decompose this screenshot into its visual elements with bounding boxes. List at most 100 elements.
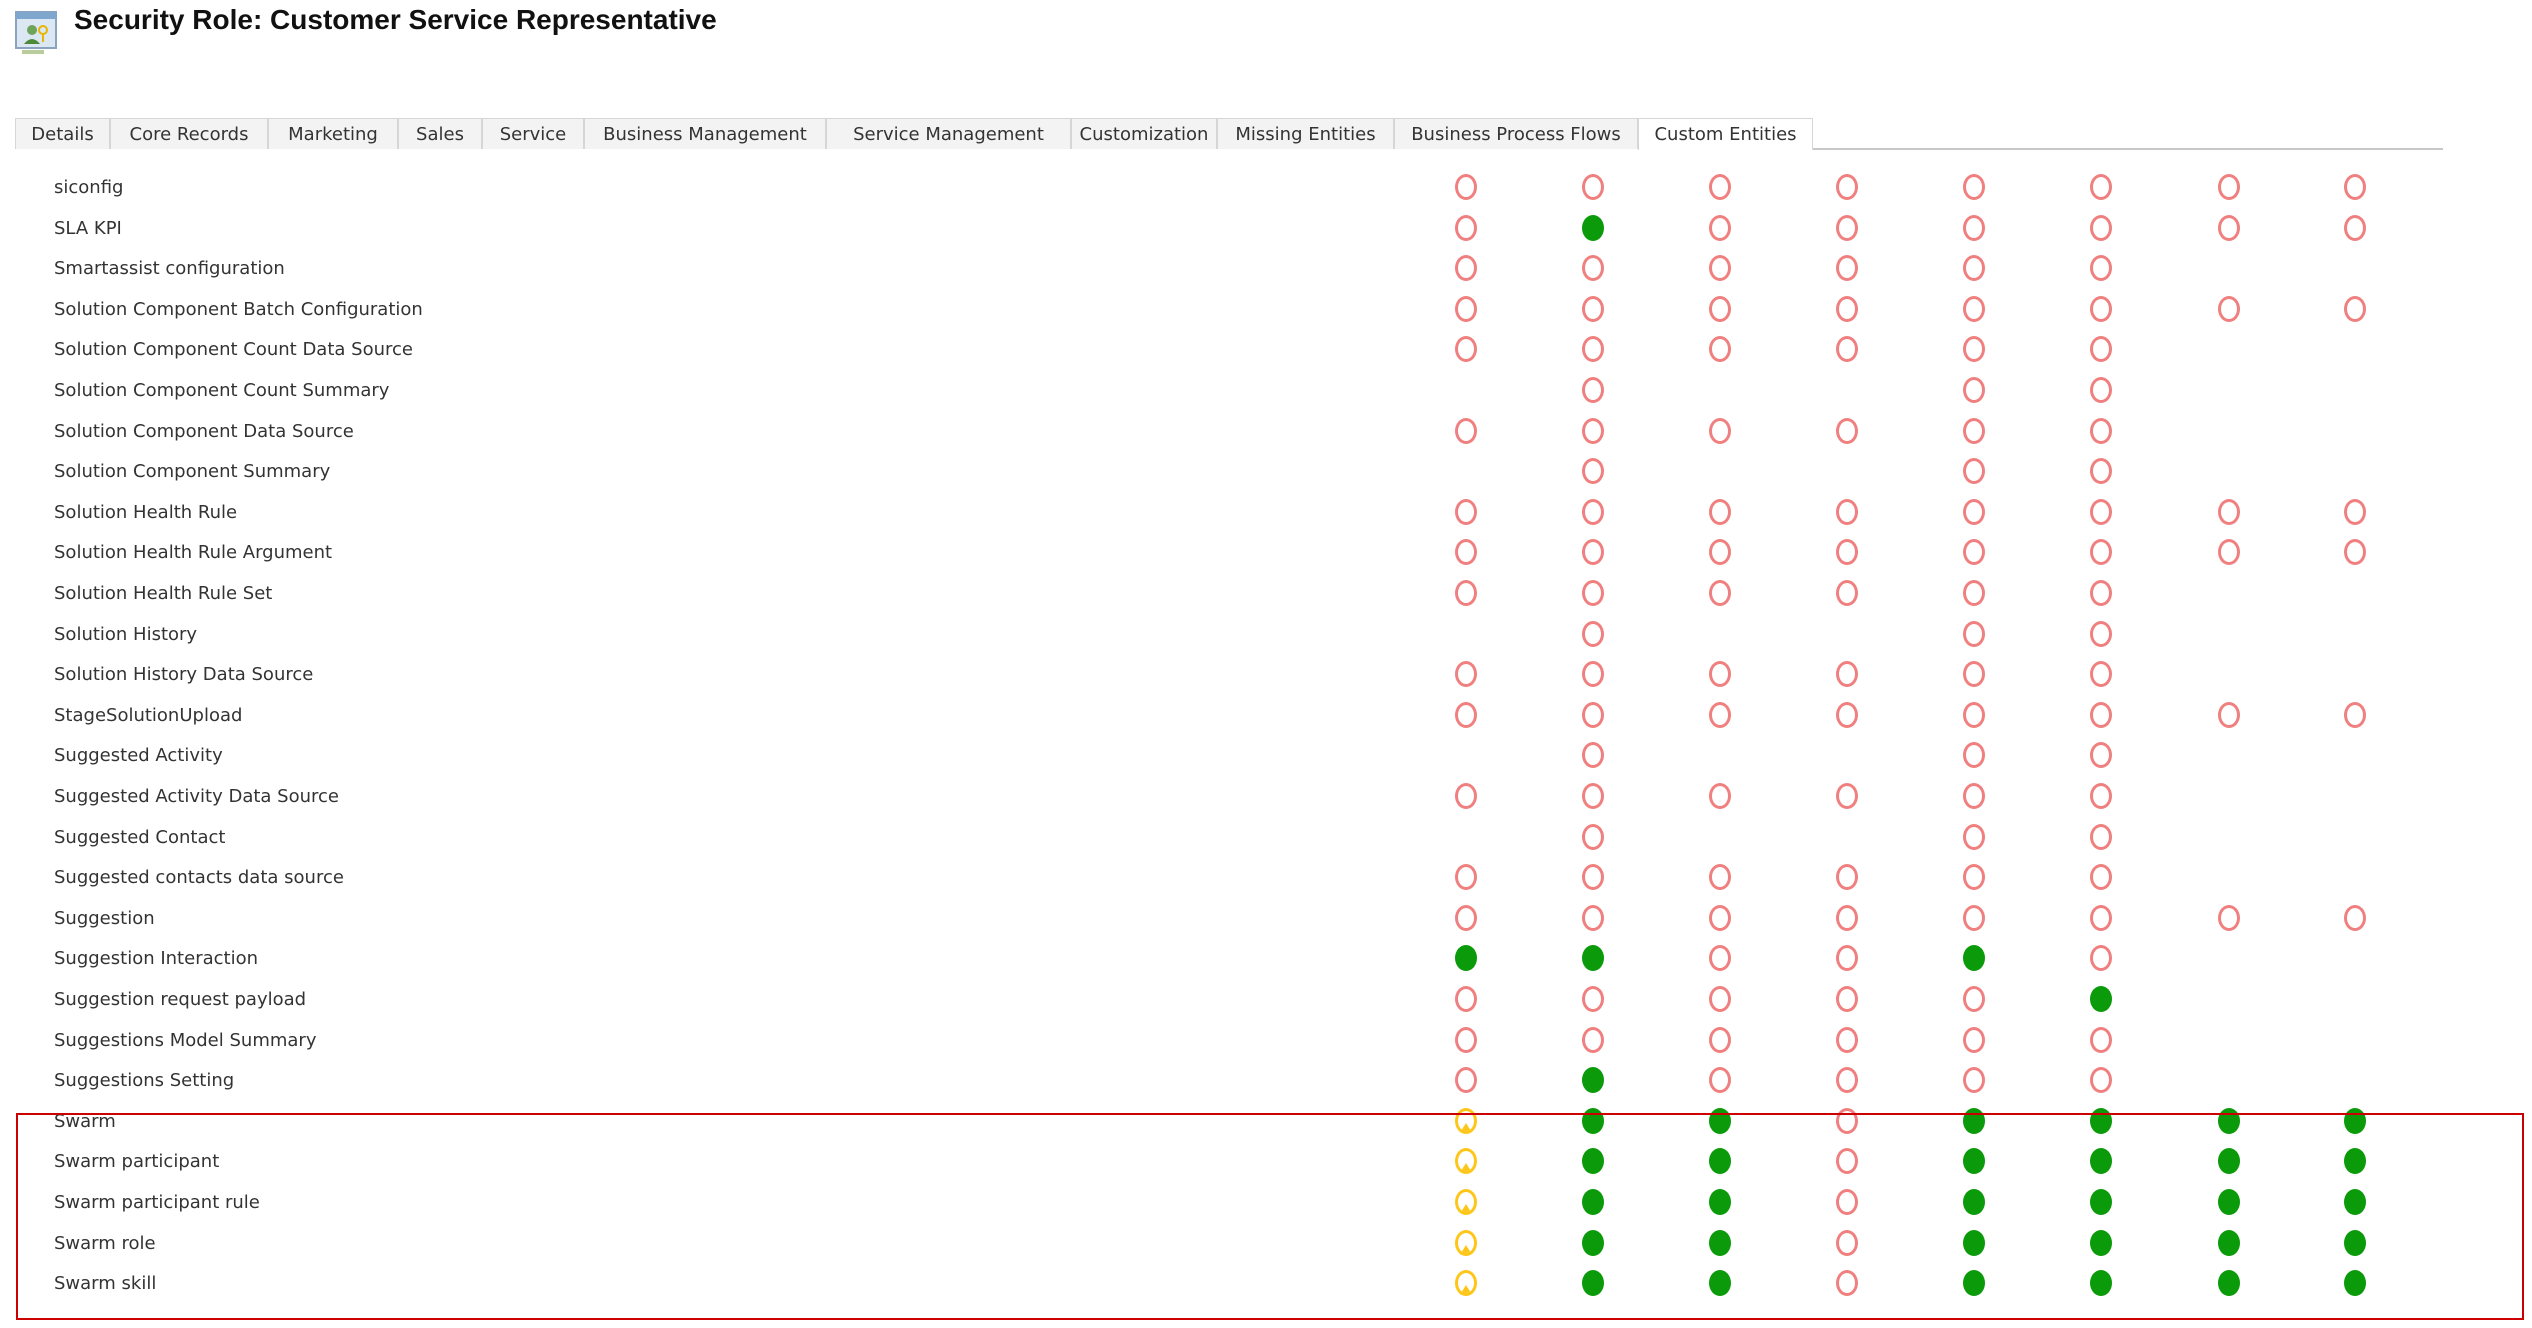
privilege-empty-icon[interactable]	[1836, 864, 1858, 891]
tab-missing-entities[interactable]: Missing Entities	[1217, 118, 1394, 149]
privilege-empty-icon[interactable]	[1709, 1067, 1731, 1094]
privilege-empty-icon[interactable]	[1582, 174, 1604, 200]
privilege-empty-icon[interactable]	[1963, 580, 1985, 606]
privilege-empty-icon[interactable]	[1709, 580, 1731, 606]
privilege-full-icon[interactable]	[2344, 1148, 2366, 1175]
privilege-empty-icon[interactable]	[1582, 255, 1604, 282]
privilege-empty-icon[interactable]	[2090, 417, 2112, 444]
privilege-empty-icon[interactable]	[2090, 945, 2112, 972]
privilege-user-icon[interactable]	[1455, 1229, 1477, 1256]
privilege-empty-icon[interactable]	[1455, 864, 1477, 891]
privilege-user-icon[interactable]	[1455, 1148, 1477, 1175]
privilege-full-icon[interactable]	[1709, 1189, 1731, 1215]
privilege-empty-icon[interactable]	[1455, 174, 1477, 200]
privilege-empty-icon[interactable]	[1836, 1189, 1858, 1215]
privilege-full-icon[interactable]	[2090, 1107, 2112, 1134]
tab-marketing[interactable]: Marketing	[268, 118, 398, 149]
privilege-full-icon[interactable]	[1709, 1270, 1731, 1297]
privilege-empty-icon[interactable]	[1455, 295, 1477, 322]
privilege-full-icon[interactable]	[1709, 1229, 1731, 1256]
privilege-empty-icon[interactable]	[1963, 701, 1985, 728]
privilege-empty-icon[interactable]	[1963, 539, 1985, 566]
privilege-empty-icon[interactable]	[1709, 336, 1731, 363]
privilege-empty-icon[interactable]	[1963, 458, 1985, 485]
privilege-empty-icon[interactable]	[1582, 377, 1604, 403]
privilege-full-icon[interactable]	[1582, 214, 1604, 241]
privilege-empty-icon[interactable]	[1836, 661, 1858, 688]
privilege-full-icon[interactable]	[1582, 1067, 1604, 1094]
privilege-empty-icon[interactable]	[1836, 1026, 1858, 1053]
privilege-empty-icon[interactable]	[1582, 661, 1604, 688]
privilege-empty-icon[interactable]	[1963, 1067, 1985, 1094]
privilege-empty-icon[interactable]	[2218, 295, 2240, 322]
privilege-empty-icon[interactable]	[1709, 661, 1731, 688]
privilege-empty-icon[interactable]	[1709, 783, 1731, 809]
privilege-full-icon[interactable]	[2090, 1270, 2112, 1297]
privilege-empty-icon[interactable]	[1455, 986, 1477, 1012]
privilege-empty-icon[interactable]	[2090, 904, 2112, 931]
privilege-empty-icon[interactable]	[1836, 986, 1858, 1012]
privilege-empty-icon[interactable]	[1709, 904, 1731, 931]
privilege-full-icon[interactable]	[2344, 1189, 2366, 1215]
privilege-full-icon[interactable]	[2218, 1107, 2240, 1134]
privilege-empty-icon[interactable]	[1455, 255, 1477, 282]
privilege-empty-icon[interactable]	[2090, 174, 2112, 200]
privilege-empty-icon[interactable]	[2218, 214, 2240, 241]
privilege-empty-icon[interactable]	[2090, 783, 2112, 809]
privilege-empty-icon[interactable]	[1963, 904, 1985, 931]
privilege-empty-icon[interactable]	[1963, 661, 1985, 688]
privilege-user-icon[interactable]	[1455, 1270, 1477, 1297]
privilege-full-icon[interactable]	[1709, 1148, 1731, 1175]
privilege-empty-icon[interactable]	[1836, 498, 1858, 525]
privilege-full-icon[interactable]	[2090, 1189, 2112, 1215]
privilege-full-icon[interactable]	[1582, 1107, 1604, 1134]
privilege-empty-icon[interactable]	[1836, 539, 1858, 566]
tab-service[interactable]: Service	[482, 118, 584, 149]
privilege-empty-icon[interactable]	[1455, 661, 1477, 688]
privilege-empty-icon[interactable]	[1963, 783, 1985, 809]
privilege-empty-icon[interactable]	[2218, 701, 2240, 728]
privilege-empty-icon[interactable]	[1963, 295, 1985, 322]
privilege-empty-icon[interactable]	[1582, 1026, 1604, 1053]
tab-customization[interactable]: Customization	[1071, 118, 1217, 149]
tab-service-management[interactable]: Service Management	[826, 118, 1071, 149]
privilege-empty-icon[interactable]	[2090, 458, 2112, 485]
privilege-empty-icon[interactable]	[1455, 1067, 1477, 1094]
privilege-full-icon[interactable]	[2218, 1148, 2240, 1175]
privilege-full-icon[interactable]	[2344, 1270, 2366, 1297]
privilege-empty-icon[interactable]	[2090, 661, 2112, 688]
privilege-empty-icon[interactable]	[1455, 580, 1477, 606]
privilege-empty-icon[interactable]	[1963, 377, 1985, 403]
privilege-empty-icon[interactable]	[1836, 214, 1858, 241]
privilege-empty-icon[interactable]	[1709, 498, 1731, 525]
privilege-empty-icon[interactable]	[2090, 742, 2112, 769]
privilege-empty-icon[interactable]	[2090, 255, 2112, 282]
tab-sales[interactable]: Sales	[398, 118, 482, 149]
tab-details[interactable]: Details	[15, 118, 110, 149]
privilege-empty-icon[interactable]	[1963, 823, 1985, 850]
privilege-full-icon[interactable]	[1582, 1189, 1604, 1215]
privilege-full-icon[interactable]	[1963, 1148, 1985, 1175]
privilege-empty-icon[interactable]	[2218, 498, 2240, 525]
privilege-full-icon[interactable]	[1582, 1229, 1604, 1256]
privilege-empty-icon[interactable]	[1836, 945, 1858, 972]
privilege-empty-icon[interactable]	[2090, 336, 2112, 363]
privilege-full-icon[interactable]	[1963, 945, 1985, 972]
privilege-empty-icon[interactable]	[1582, 580, 1604, 606]
privilege-empty-icon[interactable]	[1582, 458, 1604, 485]
privilege-empty-icon[interactable]	[1582, 742, 1604, 769]
privilege-empty-icon[interactable]	[1582, 336, 1604, 363]
privilege-empty-icon[interactable]	[1582, 986, 1604, 1012]
privilege-empty-icon[interactable]	[1709, 864, 1731, 891]
privilege-full-icon[interactable]	[2218, 1270, 2240, 1297]
privilege-full-icon[interactable]	[1582, 1148, 1604, 1175]
privilege-empty-icon[interactable]	[1836, 336, 1858, 363]
privilege-empty-icon[interactable]	[1836, 1148, 1858, 1175]
privilege-empty-icon[interactable]	[1709, 945, 1731, 972]
privilege-empty-icon[interactable]	[2090, 498, 2112, 525]
privilege-empty-icon[interactable]	[1836, 1270, 1858, 1297]
privilege-empty-icon[interactable]	[1582, 295, 1604, 322]
privilege-empty-icon[interactable]	[1455, 701, 1477, 728]
privilege-empty-icon[interactable]	[2344, 295, 2366, 322]
privilege-empty-icon[interactable]	[1582, 823, 1604, 850]
